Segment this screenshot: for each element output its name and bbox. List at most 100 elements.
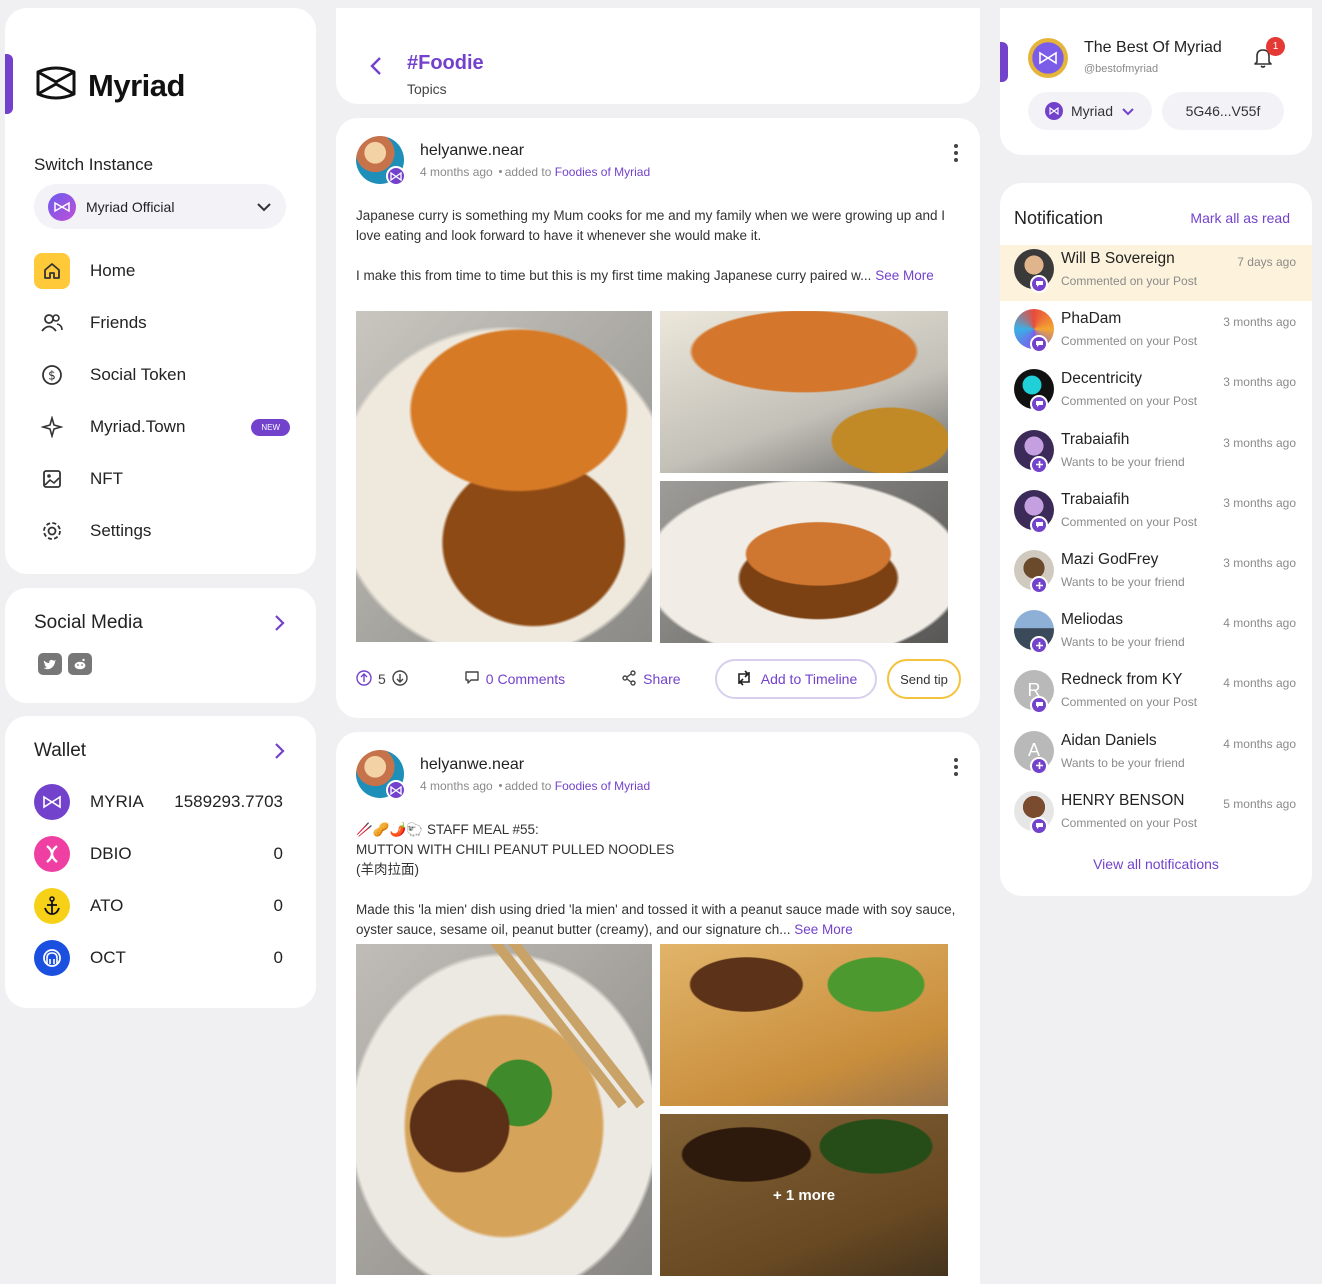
- notification-item[interactable]: Trabaiafih Commented on your Post 3 months…: [1000, 486, 1312, 542]
- post-image[interactable]: [660, 311, 948, 473]
- more-options-icon[interactable]: [954, 758, 958, 776]
- profile-card: The Best Of Myriad @bestofmyriad 1 Myria…: [1000, 8, 1312, 155]
- menu-item-home[interactable]: Home: [34, 245, 294, 297]
- notification-user-name: HENRY BENSON: [1061, 791, 1185, 809]
- anchor-icon: [34, 888, 70, 924]
- post-text: 🥢🥜🌶️🐑 STAFF MEAL #55: MUTTON WITH CHILI …: [356, 820, 966, 940]
- share-icon: [621, 669, 637, 689]
- post-actions: 5 0 Comments Share Add to Timeline Send …: [356, 659, 961, 699]
- send-tip-button[interactable]: Send tip: [887, 659, 961, 699]
- wallet-row-ato[interactable]: ATO 0: [34, 888, 283, 924]
- instance-name: Myriad Official: [86, 198, 175, 215]
- comment-icon: [464, 670, 480, 688]
- menu-item-nft[interactable]: NFT: [34, 453, 294, 505]
- comment-icon: [1030, 816, 1048, 835]
- add-friend-icon: [1030, 636, 1048, 655]
- menu-item-myriad-town[interactable]: Myriad.Town NEW: [34, 401, 294, 453]
- wallet-row-myria[interactable]: MYRIA 1589293.7703: [34, 784, 283, 820]
- notification-action: Wants to be your friend: [1061, 635, 1185, 650]
- comments-button[interactable]: 0 Comments: [464, 670, 565, 688]
- social-media-title: Social Media: [34, 612, 143, 633]
- main-menu: Home Friends $ Social Token Myriad.Town …: [34, 245, 294, 557]
- post-group-link[interactable]: Foodies of Myriad: [555, 165, 650, 179]
- wallet-row-dbio[interactable]: DBIO 0: [34, 836, 283, 872]
- notification-item[interactable]: Trabaiafih Wants to be your friend 3 month…: [1000, 426, 1312, 482]
- post-paragraph: Japanese curry is something my Mum cooks…: [356, 208, 945, 243]
- notification-item[interactable]: PhaDam Commented on your Post 3 months ago: [1000, 305, 1312, 361]
- menu-item-label: Settings: [90, 521, 152, 540]
- post-header: helyanwe.near 4 months ago added to Foodi…: [356, 136, 650, 186]
- wallet-row-oct[interactable]: OCT 0: [34, 940, 283, 976]
- post-author[interactable]: helyanwe.near: [420, 142, 650, 160]
- upvote-icon[interactable]: [356, 669, 372, 689]
- repost-icon: [735, 669, 753, 689]
- post-image[interactable]: + 1 more: [660, 1114, 948, 1276]
- avatar[interactable]: [356, 750, 406, 800]
- notification-action: Wants to be your friend: [1061, 575, 1185, 589]
- post-author[interactable]: helyanwe.near: [420, 756, 650, 774]
- notification-item[interactable]: Mazi GodFrey Wants to be your friend 3 mon…: [1000, 546, 1312, 602]
- profile-name[interactable]: The Best Of Myriad: [1084, 39, 1222, 57]
- send-tip-label: Send tip: [900, 671, 948, 687]
- post-image[interactable]: [660, 481, 948, 643]
- back-arrow-icon[interactable]: [370, 56, 382, 81]
- chevron-right-icon[interactable]: [274, 742, 286, 765]
- post-image[interactable]: [356, 944, 652, 1275]
- see-more-link[interactable]: See More: [875, 268, 934, 283]
- active-indicator: [5, 54, 13, 114]
- notification-action: Commented on your Post: [1061, 695, 1198, 710]
- wallet-address: 5G46...V55f: [1185, 103, 1261, 119]
- instance-select[interactable]: Myriad Official: [34, 184, 286, 229]
- twitter-icon[interactable]: [38, 653, 62, 675]
- post-image[interactable]: [660, 944, 948, 1106]
- wallet-address-button[interactable]: 5G46...V55f: [1162, 92, 1284, 130]
- post-line: MUTTON WITH CHILI PEANUT PULLED NOODLES: [356, 842, 675, 857]
- menu-item-social-token[interactable]: $ Social Token: [34, 349, 294, 401]
- post-time: 4 months ago: [420, 778, 493, 793]
- comment-icon: [1030, 395, 1048, 414]
- notification-time: 5 months ago: [1223, 796, 1296, 811]
- friends-icon: [34, 305, 70, 341]
- chevron-right-icon[interactable]: [274, 614, 286, 637]
- notification-user-name: Mazi GodFrey: [1061, 551, 1159, 568]
- brand-logo[interactable]: Myriad: [34, 66, 185, 105]
- more-options-icon[interactable]: [954, 144, 958, 162]
- comment-icon: [1030, 696, 1048, 715]
- notification-user-name: Trabaiafih: [1061, 490, 1130, 508]
- menu-item-settings[interactable]: Settings: [34, 505, 294, 557]
- avatar[interactable]: [1028, 38, 1068, 78]
- add-to-timeline-button[interactable]: Add to Timeline: [715, 659, 877, 699]
- wallet-title: Wallet: [34, 740, 87, 761]
- notification-item[interactable]: Will B Sovereign Commented on your Post 7 …: [1000, 245, 1312, 301]
- notification-item[interactable]: Meliodas Wants to be your friend 4 months …: [1000, 606, 1312, 662]
- notification-item[interactable]: A Aidan Daniels Wants to be your friend 4 m…: [1000, 727, 1312, 783]
- downvote-icon[interactable]: [392, 669, 408, 689]
- see-more-link[interactable]: See More: [794, 922, 853, 937]
- notification-time: 3 months ago: [1223, 435, 1296, 450]
- avatar[interactable]: [356, 136, 406, 186]
- post-group-link[interactable]: Foodies of Myriad: [555, 779, 650, 793]
- menu-item-friends[interactable]: Friends: [34, 297, 294, 349]
- notification-count-badge: 1: [1266, 37, 1285, 56]
- token-balance: 0: [273, 844, 283, 863]
- token-name: MYRIA: [90, 792, 144, 811]
- mark-all-read-link[interactable]: Mark all as read: [1190, 210, 1290, 226]
- added-prefix: added to: [504, 778, 552, 793]
- notification-item[interactable]: R Redneck from KY Commented on your Post 4 …: [1000, 666, 1312, 722]
- network-select[interactable]: Myriad: [1028, 92, 1152, 130]
- image-icon: [34, 461, 70, 497]
- notification-user-name: PhaDam: [1061, 310, 1122, 328]
- post-image[interactable]: [356, 311, 652, 642]
- share-button[interactable]: Share: [621, 669, 681, 689]
- post-card: helyanwe.near 4 months ago added to Foodi…: [336, 118, 980, 718]
- notification-time: 4 months ago: [1223, 616, 1296, 631]
- notification-item[interactable]: HENRY BENSON Commented on your Post 5 mont…: [1000, 787, 1312, 843]
- menu-item-label: Home: [90, 261, 136, 280]
- sparkle-icon: [34, 409, 70, 445]
- view-all-notifications-link[interactable]: View all notifications: [1000, 856, 1312, 872]
- add-friend-icon: [1030, 756, 1048, 775]
- more-images-overlay[interactable]: + 1 more: [660, 1114, 948, 1276]
- reddit-icon[interactable]: [68, 653, 92, 675]
- post-paragraph-truncated: I make this from time to time but this i…: [356, 268, 934, 283]
- notification-item[interactable]: Decentricity Commented on your Post 3 mont…: [1000, 365, 1312, 421]
